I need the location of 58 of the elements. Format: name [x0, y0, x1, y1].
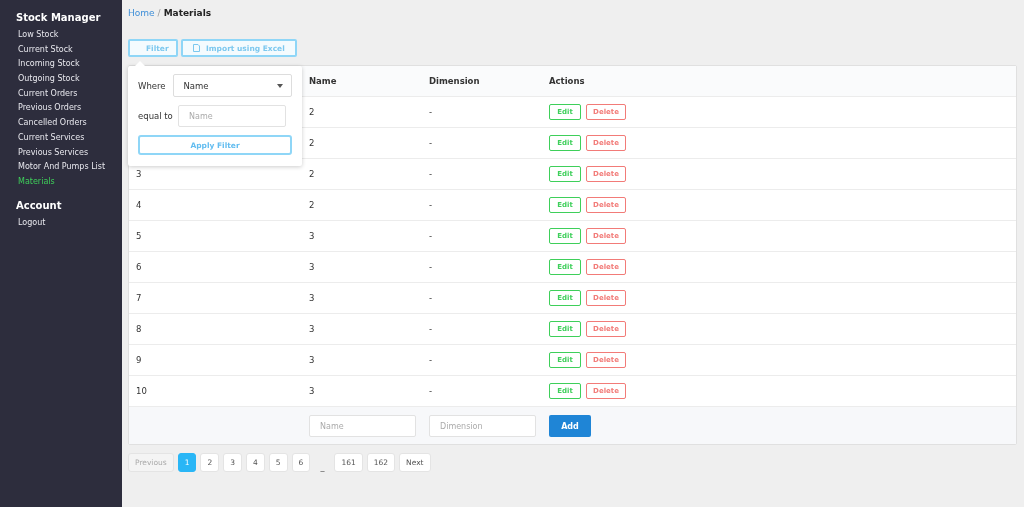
- column-header: Dimension: [429, 76, 481, 86]
- table-cell-text: -: [429, 262, 434, 272]
- caret-icon: [277, 83, 283, 88]
- table-cell-text: 6: [135, 262, 143, 272]
- table-cell-text: 3: [309, 293, 316, 303]
- table-cell-text: -: [429, 386, 434, 396]
- sidebar-item[interactable]: Low Stock: [0, 28, 122, 43]
- sidebar-item[interactable]: Outgoing Stock: [0, 72, 122, 87]
- equal-to-label: equal to: [138, 111, 174, 121]
- sidebar-item[interactable]: Current Orders: [0, 86, 122, 102]
- column-header: Actions: [549, 76, 586, 86]
- sidebar-item[interactable]: Incoming Stock: [0, 57, 122, 73]
- sidebar-heading: Stock Manager: [15, 11, 102, 25]
- sidebar-item[interactable]: Materials: [0, 174, 122, 190]
- name-input[interactable]: Name: [309, 415, 416, 438]
- table-cell-text: 8: [135, 324, 143, 334]
- value-input[interactable]: Name: [178, 105, 286, 127]
- dimension-input[interactable]: Dimension: [429, 415, 536, 438]
- table-cell-text: -: [429, 293, 434, 303]
- field-select[interactable]: Name: [173, 74, 292, 97]
- sidebar-item[interactable]: Current Services: [0, 130, 122, 146]
- table-cell-text: 3: [309, 231, 316, 241]
- table-cell-text: 3: [309, 324, 316, 334]
- where-label: Where: [138, 80, 167, 91]
- pagination-ellipsis: _: [319, 463, 326, 472]
- sidebar-item[interactable]: Current Stock: [0, 42, 122, 58]
- table-cell-text: 9: [135, 355, 143, 365]
- table-cell-text: 3: [135, 169, 143, 179]
- table-cell-text: -: [429, 200, 434, 210]
- breadcrumb-separator: /: [157, 8, 161, 18]
- add-button[interactable]: Add: [549, 415, 591, 438]
- sidebar-item[interactable]: Logout: [0, 215, 122, 231]
- table-cell-text: 3: [309, 262, 316, 272]
- sidebar-heading: Account: [15, 198, 63, 213]
- table-cell-text: -: [429, 355, 434, 365]
- table-cell-text: 10: [135, 386, 148, 396]
- table-cell-text: 2: [309, 200, 316, 210]
- table-cell-text: 3: [309, 355, 316, 365]
- table-cell-text: 3: [309, 386, 316, 396]
- table-cell-text: -: [429, 138, 434, 148]
- sidebar-item[interactable]: Cancelled Orders: [0, 116, 122, 131]
- table-cell-text: 2: [309, 169, 316, 179]
- table-cell-text: -: [429, 324, 434, 334]
- table-cell-text: -: [429, 107, 434, 117]
- sidebar-item[interactable]: Motor And Pumps List: [0, 160, 122, 175]
- sidebar-item[interactable]: Previous Services: [0, 145, 122, 161]
- table-cell-text: 4: [135, 200, 143, 210]
- file-icon: [193, 44, 200, 52]
- table-cell-text: 7: [135, 293, 143, 303]
- table-cell-text: 2: [309, 107, 316, 117]
- sidebar-item[interactable]: Previous Orders: [0, 101, 122, 117]
- table-cell-text: 5: [135, 231, 143, 241]
- table-cell-text: -: [429, 169, 434, 179]
- table-cell-text: 2: [309, 138, 316, 148]
- breadcrumb-link[interactable]: Home: [128, 8, 155, 18]
- table-cell-text: -: [429, 231, 434, 241]
- column-header: Name: [309, 76, 338, 86]
- breadcrumb-current: Materials: [163, 8, 212, 18]
